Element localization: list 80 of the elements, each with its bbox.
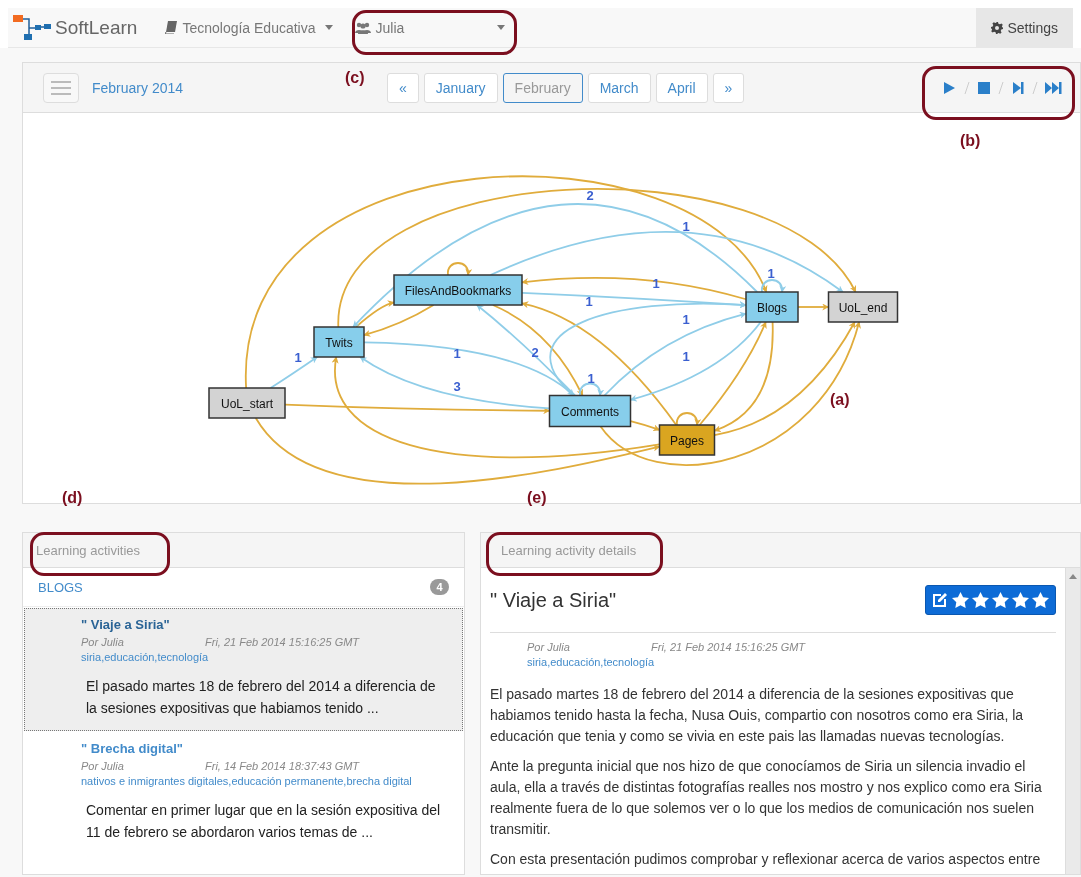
star-rating[interactable] bbox=[952, 592, 1049, 608]
panel-title: Learning activity details bbox=[481, 533, 1080, 568]
star-icon bbox=[1032, 592, 1049, 608]
graph-node[interactable]: UoL_end bbox=[827, 291, 899, 323]
caret-icon bbox=[496, 25, 505, 30]
month-button[interactable]: April bbox=[655, 72, 708, 103]
graph-node[interactable]: Comments bbox=[548, 394, 632, 428]
date-text: Fri, 21 Feb 2014 15:16:25 GMT bbox=[651, 641, 806, 653]
activity-title[interactable]: " Brecha digital" bbox=[81, 741, 442, 756]
scroll-up-icon[interactable] bbox=[1069, 574, 1077, 579]
graph-node[interactable]: Blogs bbox=[745, 291, 799, 323]
star-icon bbox=[952, 592, 969, 608]
group-title[interactable]: BLOGS bbox=[38, 579, 83, 595]
excerpt-text: Comentar en primer lugar que en la sesión expositiva del 11 de febrero se abordaron varios temas de ... bbox=[86, 801, 442, 842]
edge-label: 1 bbox=[587, 371, 595, 386]
tags-link[interactable]: siria,educación,tecnología bbox=[527, 653, 1056, 672]
separator-icon bbox=[1032, 81, 1038, 94]
graph-node[interactable]: FilesAndBookmarks bbox=[393, 274, 523, 306]
paragraph: Ante la pregunta inicial que nos hizo de que conocíamos de Siria un silencia invadio el aula, ella a través de distintas fotografías realles nos mostro y nos explico como era Siria realmente fuera de lo que solemos ver o lo que los medios de comunicación nos suelen transmitir. bbox=[490, 757, 1043, 839]
activity-title[interactable]: " Viaje a Siria" bbox=[81, 617, 442, 632]
callout-label: (d) bbox=[62, 489, 83, 507]
excerpt-text: El pasado martes 18 de febrero del 2014 a diferencia de la sesiones expositivas que habiamos tenido ... bbox=[86, 677, 437, 718]
date-text: Fri, 21 Feb 2014 15:16:25 GMT bbox=[205, 636, 360, 648]
paragraph: Con esta presentación pudimos comprobar y reflexionar acerca de varios aspectos entre bbox=[490, 850, 1042, 869]
fast-forward-icon[interactable] bbox=[1045, 80, 1062, 95]
author-text: Por Julia bbox=[81, 760, 125, 772]
author-text: Por Julia bbox=[527, 641, 571, 653]
separator-icon bbox=[964, 81, 970, 94]
edge-label: 1 bbox=[767, 266, 775, 281]
month-button[interactable]: January bbox=[423, 72, 498, 103]
caret-icon bbox=[324, 25, 333, 30]
logo-icon bbox=[13, 14, 51, 41]
book-icon bbox=[165, 21, 178, 34]
month-button[interactable]: March bbox=[587, 72, 651, 103]
course-menu[interactable]: Tecnología Educativa bbox=[165, 7, 333, 48]
callout-label: (b) bbox=[960, 132, 981, 150]
edge-label: 1 bbox=[453, 346, 461, 361]
author-text: Por Julia bbox=[81, 636, 125, 648]
graph-node[interactable]: Pages bbox=[658, 424, 716, 456]
tags-link[interactable]: siria,educación,tecnología bbox=[81, 648, 442, 667]
skip-icon[interactable] bbox=[1011, 80, 1025, 95]
activity-heading: " Viaje a Siria" bbox=[490, 588, 617, 612]
callout-label: (e) bbox=[527, 489, 547, 507]
graph-node[interactable]: UoL_start bbox=[208, 387, 286, 419]
edge-label: 1 bbox=[585, 294, 593, 309]
menu-icon bbox=[51, 80, 71, 95]
month-button[interactable]: » bbox=[712, 72, 745, 103]
date-text: Fri, 14 Feb 2014 18:37:43 GMT bbox=[205, 760, 360, 772]
scrollbar[interactable] bbox=[1065, 568, 1080, 874]
paragraph: El pasado martes 18 de febrero del 2014 a diferencia de la sesiones expositivas que habiamos tenido hasta la fecha, Nusa Ouis, compartio con nosotros como era Siria, la educación que tenia y como se vivia en este pais las llamadas nuevas tecnologías. bbox=[490, 685, 1025, 746]
edit-icon bbox=[932, 592, 948, 608]
star-icon bbox=[1012, 592, 1029, 608]
tags-link[interactable]: nativos e inmigrantes digitales,educación permanente,brecha digital bbox=[81, 772, 442, 791]
star-icon bbox=[992, 592, 1009, 608]
edge-label: 1 bbox=[294, 350, 302, 365]
callout-label: (a) bbox=[830, 391, 850, 409]
star-icon bbox=[972, 592, 989, 608]
graph-node[interactable]: Twits bbox=[313, 326, 365, 358]
edge-label: 3 bbox=[453, 379, 461, 394]
user-dropdown[interactable]: Julia bbox=[354, 7, 513, 48]
edge-label: 2 bbox=[586, 188, 594, 203]
edge-label: 1 bbox=[682, 219, 690, 234]
rating-button[interactable] bbox=[925, 585, 1056, 615]
month-button[interactable]: « bbox=[387, 72, 419, 103]
period-title: February 2014 bbox=[92, 79, 185, 96]
callout-label: (c) bbox=[345, 69, 365, 87]
brand-name[interactable]: SoftLearn bbox=[55, 16, 138, 39]
separator-icon bbox=[998, 81, 1004, 94]
play-icon[interactable] bbox=[943, 80, 957, 95]
month-button[interactable]: February bbox=[502, 72, 583, 103]
users-icon bbox=[354, 21, 371, 34]
edge-label: 2 bbox=[531, 345, 539, 360]
stop-icon[interactable] bbox=[977, 80, 991, 95]
count-badge: 4 bbox=[430, 579, 449, 595]
edge-label: 1 bbox=[682, 349, 690, 364]
activity-item[interactable]: " Viaje a Siria" Por Julia Fri, 21 Feb 2014 15:16:25 GMT siria,educación,tecnología El pasado martes 18 de febrero del 2014 a diferencia de la sesiones expositivas que habiamos tenido ... bbox=[24, 608, 463, 731]
panel-title: Learning activities bbox=[23, 533, 464, 568]
edge-label: 1 bbox=[682, 312, 690, 327]
settings-button[interactable]: Settings bbox=[976, 7, 1073, 48]
settings-icon bbox=[991, 21, 1004, 34]
